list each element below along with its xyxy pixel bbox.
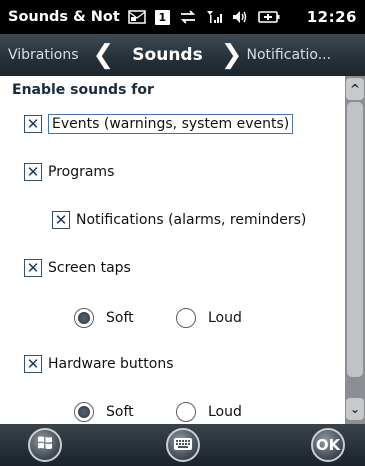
screen-taps-option[interactable]: ✕ Screen taps	[24, 259, 131, 277]
notification-count-icon[interactable]: 1	[154, 9, 170, 25]
hardware-buttons-option[interactable]: ✕ Hardware buttons	[24, 355, 174, 373]
tab-header: Vibrations ❮ Sounds ❯ Notificatio...	[0, 34, 365, 76]
screen-taps-label: Screen taps	[48, 260, 131, 276]
start-button[interactable]	[28, 428, 62, 462]
app-title: Sounds & Not	[8, 9, 120, 25]
hardware-loud-option[interactable]: Loud	[176, 402, 242, 422]
keyboard-button[interactable]	[166, 428, 200, 462]
screen-taps-soft-label: Soft	[106, 310, 134, 326]
vertical-scrollbar[interactable]: ^ ⌄	[345, 76, 365, 424]
signal-strength-icon[interactable]	[206, 9, 222, 25]
screen-taps-soft-radio[interactable]	[74, 308, 94, 328]
scroll-thumb[interactable]	[347, 102, 363, 377]
tab-vibrations[interactable]: Vibrations	[8, 47, 79, 63]
notifications-checkbox[interactable]: ✕	[52, 211, 70, 229]
keyboard-icon	[173, 436, 193, 455]
hardware-loud-radio[interactable]	[176, 402, 196, 422]
settings-content: Enable sounds for ✕ Events (warnings, sy…	[0, 76, 345, 424]
status-icons: 1	[128, 9, 280, 25]
radio-selected-dot	[78, 312, 90, 324]
section-title: Enable sounds for	[12, 82, 154, 98]
programs-checkbox[interactable]: ✕	[24, 163, 42, 181]
volume-icon[interactable]	[231, 9, 249, 25]
screen-taps-checkbox[interactable]: ✕	[24, 259, 42, 277]
hardware-soft-option[interactable]: Soft	[74, 402, 134, 422]
programs-label: Programs	[48, 164, 115, 180]
ok-label: OK	[315, 436, 341, 454]
screen-taps-loud-radio[interactable]	[176, 308, 196, 328]
battery-charging-icon[interactable]	[258, 9, 280, 25]
screen-taps-soft-option[interactable]: Soft	[74, 308, 134, 328]
bottom-bar: OK	[0, 424, 365, 466]
chevron-left-icon[interactable]: ❮	[93, 42, 115, 68]
tab-notifications[interactable]: Notificatio...	[247, 47, 332, 63]
screen-taps-loud-label: Loud	[208, 310, 242, 326]
tab-sounds[interactable]: Sounds	[132, 45, 202, 65]
connectivity-icon[interactable]	[179, 9, 197, 25]
notifications-option[interactable]: ✕ Notifications (alarms, reminders)	[52, 211, 306, 229]
hardware-loud-label: Loud	[208, 404, 242, 420]
hardware-soft-label: Soft	[106, 404, 134, 420]
hardware-buttons-checkbox[interactable]: ✕	[24, 355, 42, 373]
scroll-down-button[interactable]: ⌄	[346, 398, 364, 420]
events-label: Events (warnings, system events)	[48, 114, 294, 134]
messages-icon[interactable]	[128, 9, 146, 25]
screen-taps-loud-option[interactable]: Loud	[176, 308, 242, 328]
chevron-right-icon[interactable]: ❯	[221, 42, 243, 68]
hardware-buttons-label: Hardware buttons	[48, 356, 174, 372]
ok-button[interactable]: OK	[311, 428, 345, 462]
events-checkbox[interactable]: ✕	[24, 115, 42, 133]
clock: 12:26	[306, 8, 357, 26]
windows-icon	[36, 434, 54, 456]
events-option[interactable]: ✕ Events (warnings, system events)	[24, 114, 294, 134]
scroll-up-button[interactable]: ^	[346, 78, 364, 100]
radio-selected-dot	[78, 406, 90, 418]
programs-option[interactable]: ✕ Programs	[24, 163, 114, 181]
status-bar: Sounds & Not 1 12:26	[0, 0, 365, 34]
notifications-label: Notifications (alarms, reminders)	[76, 212, 307, 228]
hardware-soft-radio[interactable]	[74, 402, 94, 422]
